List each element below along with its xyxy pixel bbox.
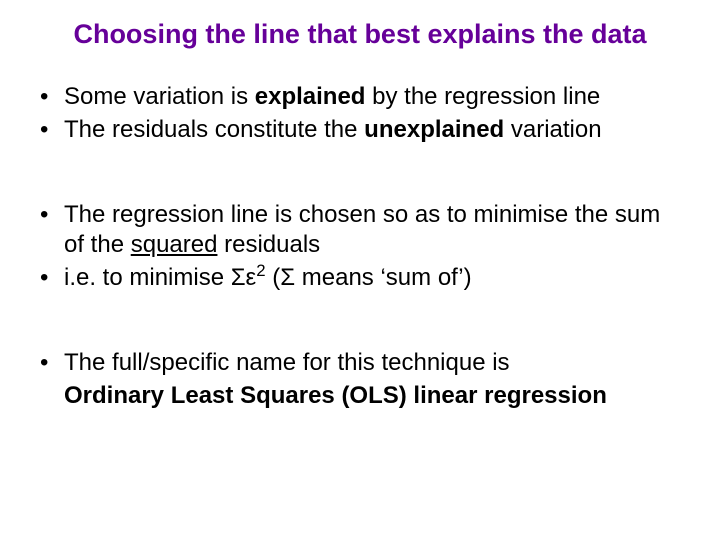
text-sigma: Σε: [231, 264, 257, 291]
text-superscript: 2: [256, 261, 265, 280]
text: variation: [504, 116, 601, 143]
text: residuals: [217, 231, 320, 258]
text-underline: squared: [131, 231, 218, 258]
list-item: The residuals constitute the unexplained…: [36, 115, 684, 144]
text: (Σ means ‘sum of’): [266, 264, 472, 291]
list-item: i.e. to minimise Σε2 (Σ means ‘sum of’): [36, 263, 684, 292]
text: i.e. to minimise: [64, 264, 231, 291]
bullet-list: The full/specific name for this techniqu…: [36, 348, 684, 411]
text: by the regression line: [365, 83, 600, 110]
spacer: [36, 148, 684, 200]
spacer: [36, 296, 684, 348]
list-item: Some variation is explained by the regre…: [36, 82, 684, 111]
text: The full/specific name for this techniqu…: [64, 349, 510, 376]
slide: Choosing the line that best explains the…: [0, 0, 720, 540]
slide-title: Choosing the line that best explains the…: [36, 18, 684, 52]
bullet-list: The regression line is chosen so as to m…: [36, 200, 684, 292]
bullet-list: Some variation is explained by the regre…: [36, 82, 684, 145]
text-bold: Ordinary Least Squares (OLS) linear regr…: [64, 382, 607, 409]
list-item: The regression line is chosen so as to m…: [36, 200, 684, 259]
list-item-continuation: Ordinary Least Squares (OLS) linear regr…: [36, 381, 684, 410]
text-bold: unexplained: [364, 116, 504, 143]
text-bold: explained: [255, 83, 366, 110]
list-item: The full/specific name for this techniqu…: [36, 348, 684, 377]
text: Some variation is: [64, 83, 255, 110]
text: The residuals constitute the: [64, 116, 364, 143]
